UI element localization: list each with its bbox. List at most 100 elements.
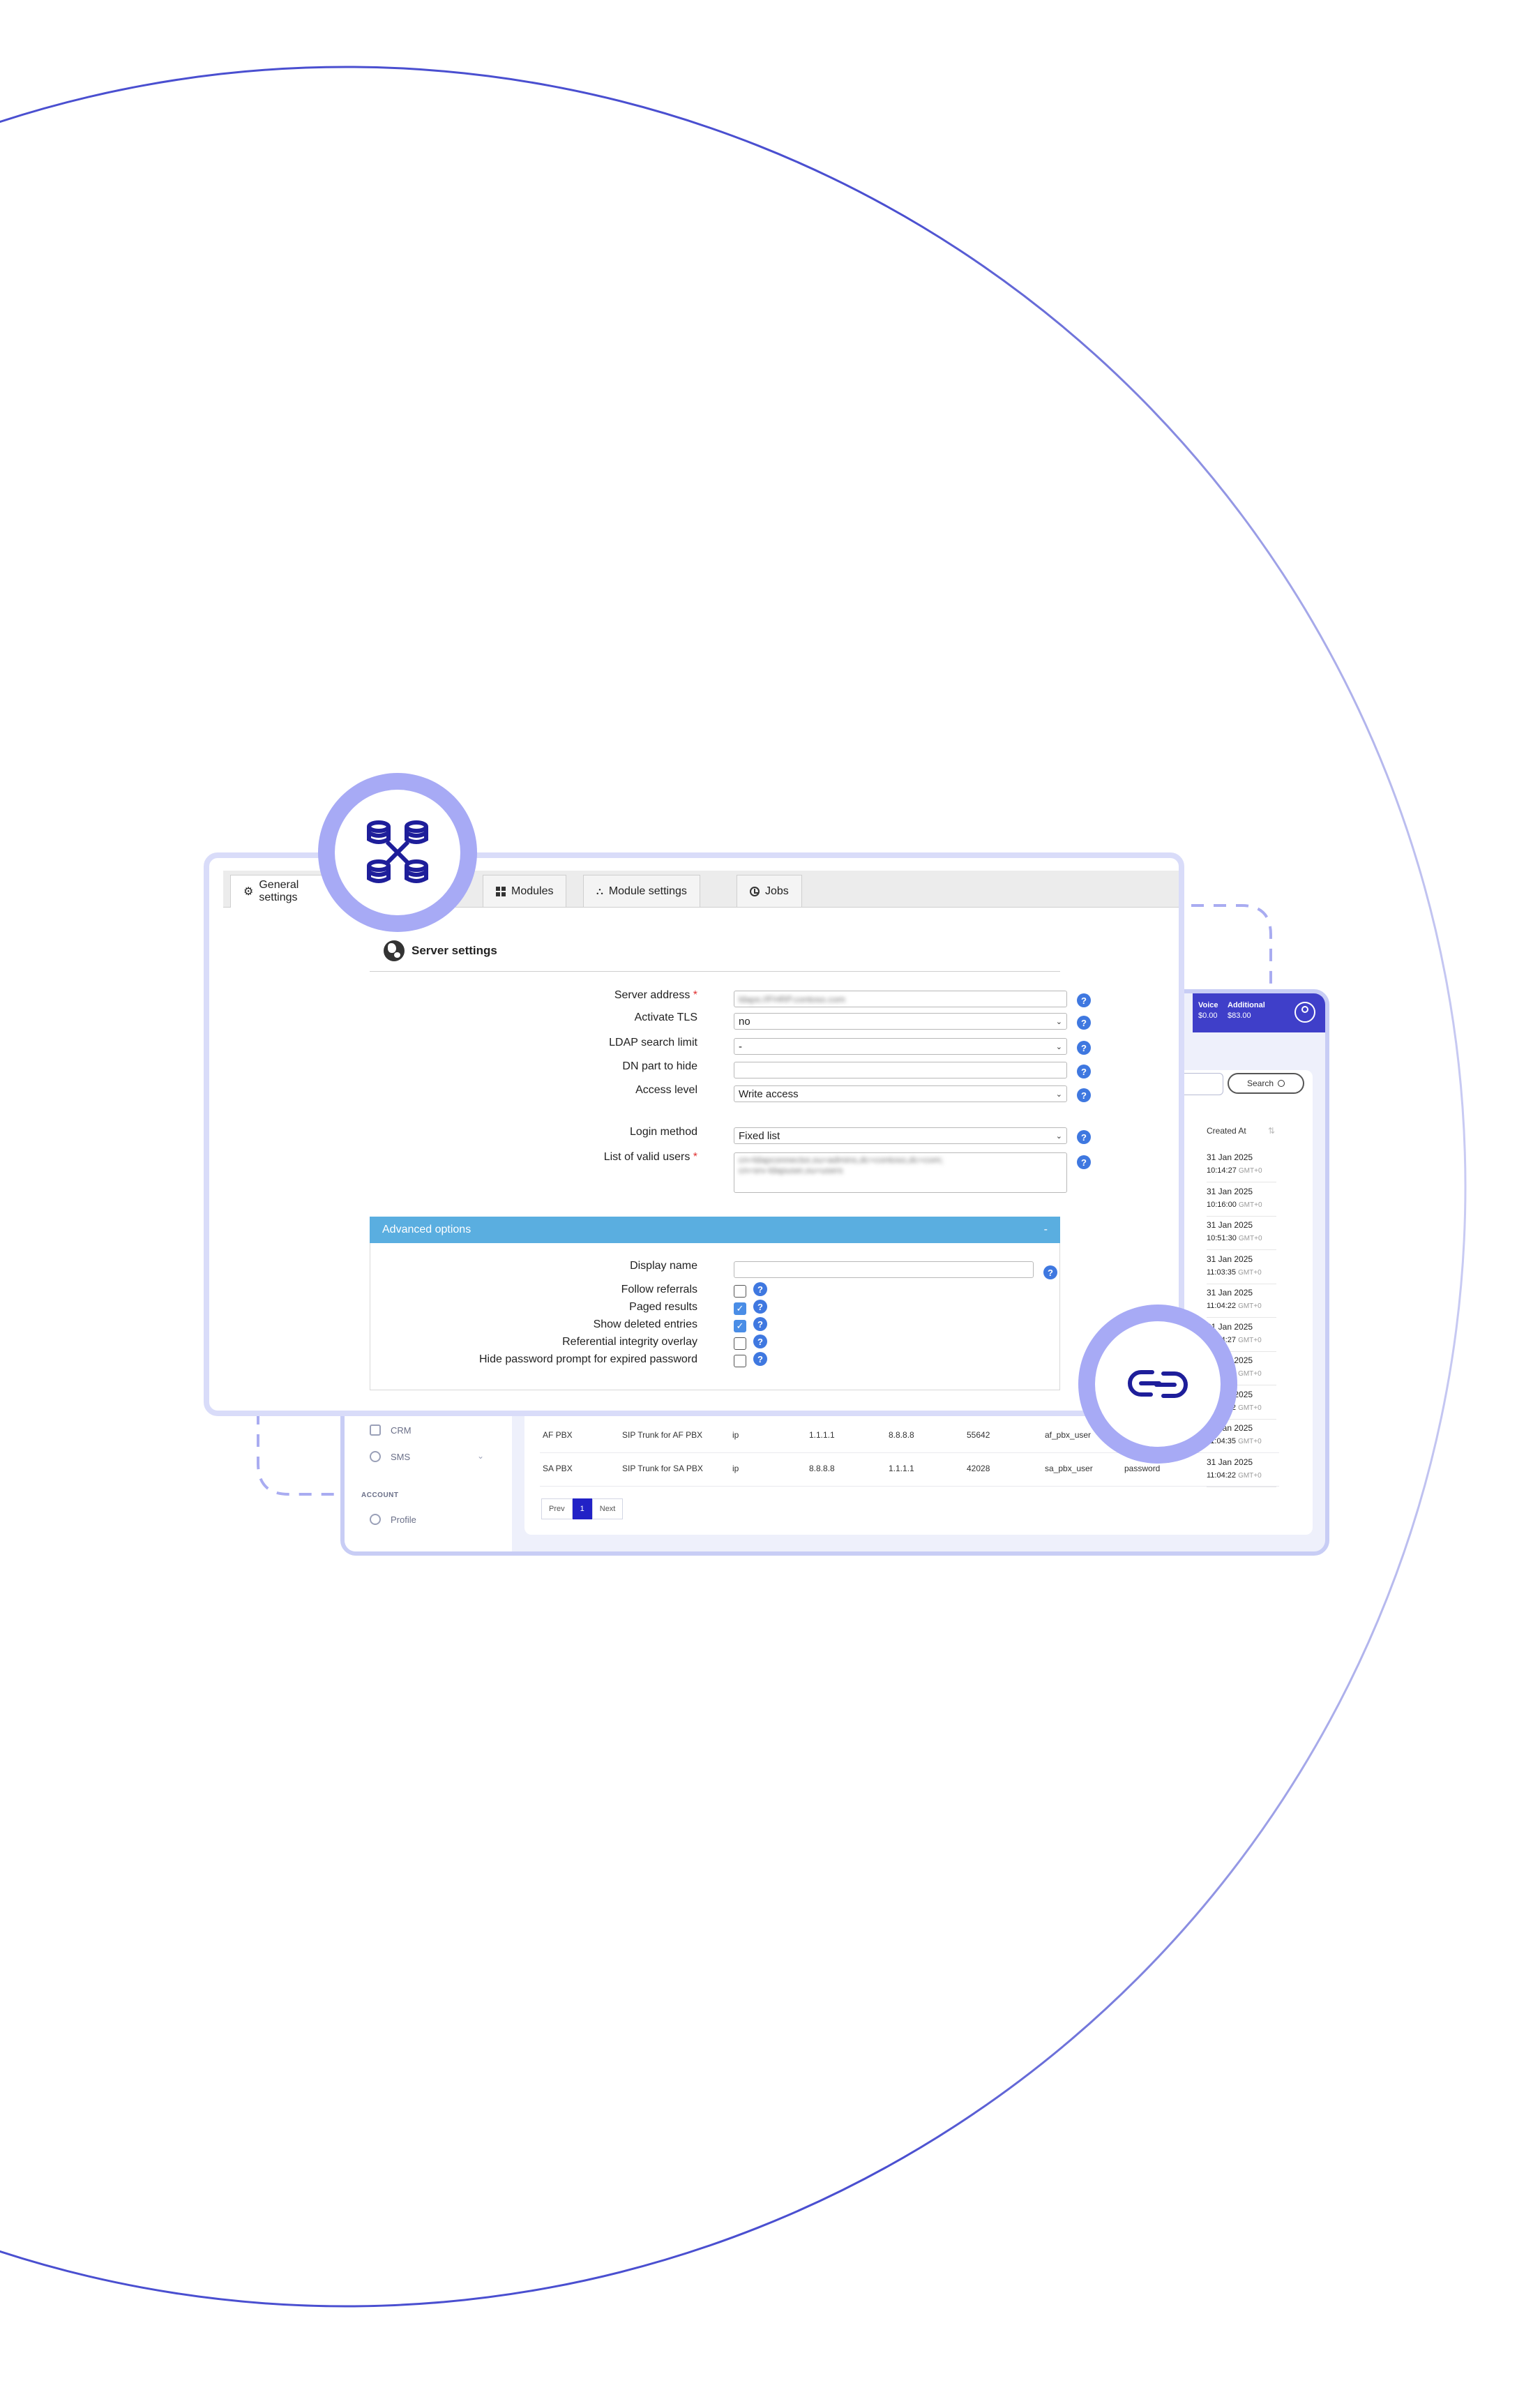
help-icon[interactable]: ? [1077,1065,1091,1078]
pagination-next[interactable]: Next [591,1498,624,1519]
option-label: Show deleted entries [593,1318,697,1330]
pagination-prev[interactable]: Prev [541,1498,573,1519]
option-checkbox[interactable]: ✓ [734,1320,746,1332]
sort-icon[interactable]: ⇅ [1268,1126,1275,1136]
field-label: Server address * [614,989,697,1001]
option-checkbox[interactable] [734,1337,746,1350]
display-name-label: Display name [630,1260,697,1272]
column-header-created-at[interactable]: Created At [1207,1126,1246,1136]
voice-balance: Voice $0.00 [1198,1001,1218,1020]
select-field[interactable]: Fixed list ⌄ [734,1127,1067,1144]
field-label: List of valid users * [603,1151,697,1163]
row-divider [1207,1215,1276,1217]
table-cell-password: password [1124,1464,1161,1473]
created-at-cell: 31 Jan 2025 10:51:30 GMT+0 [1207,1220,1262,1242]
database-network-icon [367,820,428,883]
row-divider [1207,1249,1276,1250]
pagination-page-1[interactable]: 1 [572,1498,592,1519]
help-icon[interactable]: ? [1043,1265,1057,1279]
help-icon[interactable]: ? [753,1282,767,1296]
table-cell-port: 42028 [967,1464,990,1473]
table-cell-user: af_pbx_user [1045,1430,1092,1440]
chevron-down-icon: ⌄ [1055,1017,1062,1026]
collapse-icon[interactable]: - [1044,1224,1048,1236]
text-field[interactable] [734,1062,1067,1078]
option-checkbox[interactable]: ✓ [734,1302,746,1315]
help-icon[interactable]: ? [753,1317,767,1331]
table-cell-type: ip [732,1430,739,1440]
option-label: Hide password prompt for expired passwor… [478,1353,697,1365]
tab-module-settings[interactable]: ⛬ Module settings [583,875,700,907]
link-icon [1128,1370,1188,1398]
option-label: Paged results [629,1301,697,1313]
dashed-connector-top [1191,904,1272,991]
gear-icon: ⚙ [243,886,254,898]
chevron-down-icon: ⌄ [1055,1042,1062,1051]
table-cell-name: SA PBX [543,1464,573,1473]
created-at-cell: 31 Jan 2025 10:16:00 GMT+0 [1207,1186,1262,1209]
help-icon[interactable]: ? [1077,1016,1091,1030]
table-row-divider [540,1486,1279,1487]
table-cell-user: sa_pbx_user [1045,1464,1093,1473]
link-badge [1078,1305,1237,1464]
chevron-down-icon: ⌄ [1055,1132,1062,1141]
field-label: Access level [635,1084,697,1096]
balance-header: Voice $0.00 Additional $83.00 [1193,993,1325,1032]
created-at-cell: 31 Jan 202511:04:22 GMT+0 [1207,1288,1262,1310]
chevron-down-icon[interactable]: ⌄ [477,1451,484,1461]
field-label: Activate TLS [634,1012,697,1023]
user-account-icon[interactable] [1294,1002,1315,1023]
magnifier-icon [1278,1080,1285,1087]
select-field[interactable]: - ⌄ [734,1038,1067,1055]
sidebar-item-profile[interactable]: Profile [370,1514,416,1525]
created-at-cell: 31 Jan 2025 11:03:35 GMT+0 [1207,1254,1262,1277]
person-icon [370,1514,381,1525]
help-icon[interactable]: ? [753,1300,767,1314]
help-icon[interactable]: ? [1077,1088,1091,1102]
table-cell-ip1: 1.1.1.1 [809,1430,835,1440]
section-divider [370,971,1060,972]
help-icon[interactable]: ? [1077,993,1091,1007]
field-label: LDAP search limit [609,1037,697,1048]
sidebar-item-sms[interactable]: SMS [370,1451,410,1462]
table-cell-port: 55642 [967,1430,990,1440]
created-at-cell: 31 Jan 2025 10:14:27 GMT+0 [1207,1152,1262,1175]
table-cell-name: AF PBX [543,1430,573,1440]
table-cell-ip2: 8.8.8.8 [889,1430,914,1440]
select-field[interactable]: Write access ⌄ [734,1085,1067,1102]
help-icon[interactable]: ? [753,1335,767,1348]
textarea-field[interactable]: cn=ldapconnector,ou=admins,dc=contoso,dc… [734,1152,1067,1193]
sitemap-icon: ⛬ [596,885,603,896]
dashed-connector-bottom [257,1412,342,1496]
tab-jobs[interactable]: Jobs [737,875,802,907]
globe-icon [384,940,405,961]
briefcase-icon [370,1424,381,1436]
option-label: Referential integrity overlay [562,1336,697,1348]
help-icon[interactable]: ? [1077,1130,1091,1144]
chevron-down-icon: ⌄ [1055,1090,1062,1099]
field-label: DN part to hide [622,1060,697,1072]
help-icon[interactable]: ? [1077,1041,1091,1055]
text-field[interactable]: ldaps://FHRP.contoso.com [734,991,1067,1007]
table-cell-description: SIP Trunk for SA PBX [622,1464,703,1473]
advanced-options-header[interactable]: Advanced options - [370,1217,1060,1243]
option-checkbox[interactable] [734,1285,746,1298]
search-button[interactable]: Search [1228,1073,1304,1094]
help-icon[interactable]: ? [753,1352,767,1366]
table-cell-ip1: 8.8.8.8 [809,1464,835,1473]
option-checkbox[interactable] [734,1355,746,1367]
search-icon [370,1451,381,1462]
help-icon[interactable]: ? [1077,1155,1091,1169]
grid-icon [496,886,506,896]
ldap-settings-window: ⚙ General settings Modules ⛬ Module sett… [204,852,1184,1416]
section-title: Server settings [384,940,497,961]
select-field[interactable]: no ⌄ [734,1013,1067,1030]
tab-modules[interactable]: Modules [483,875,567,907]
display-name-field[interactable] [734,1261,1034,1278]
sidebar-item-crm[interactable]: CRM [370,1424,412,1436]
table-cell-type: ip [732,1464,739,1473]
row-divider [1207,1317,1276,1318]
sidebar-section-account: ACCOUNT [361,1491,399,1499]
pagination: Prev 1 Next [541,1498,624,1519]
required-asterisk: * [690,1151,697,1163]
